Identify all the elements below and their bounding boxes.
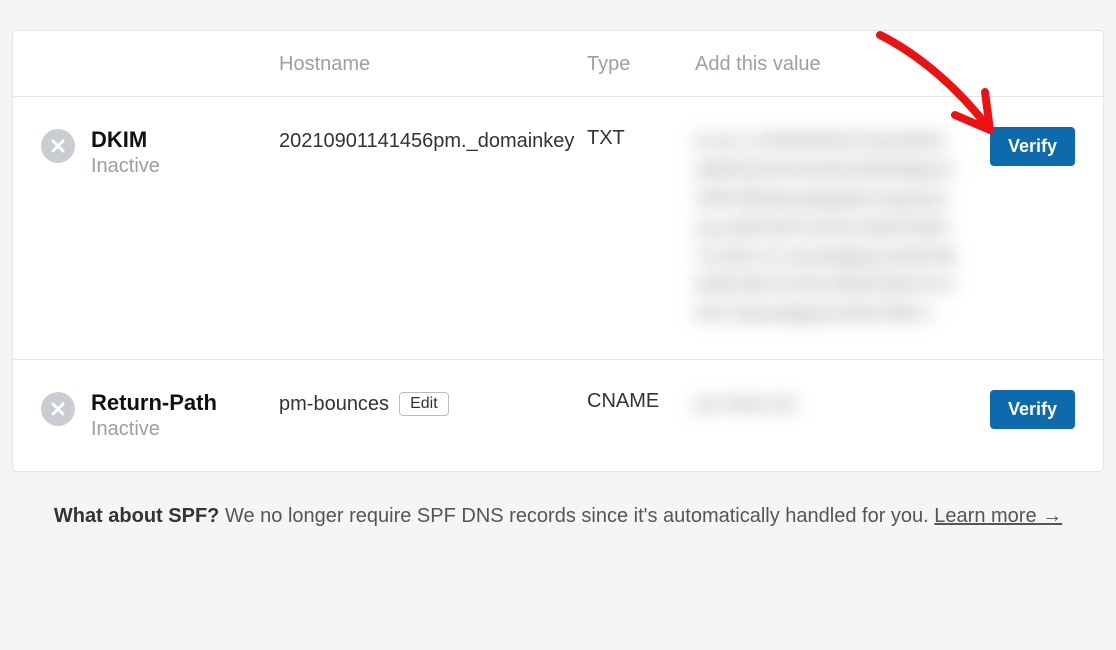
table-header-row: Hostname Type Add this value [13,31,1103,96]
record-type: CNAME [587,390,687,413]
spf-lead: What about SPF? [54,505,220,527]
record-status: Inactive [91,418,217,441]
col-hostname: Hostname [279,53,579,76]
learn-more-link[interactable]: Learn more → [934,505,1062,527]
record-name-cell: DKIM Inactive [41,127,271,178]
dns-records-card: Hostname Type Add this value DKIM Inacti… [12,30,1104,472]
redacted-value: k=rsa; p=MIGfMA0GCSqGSIb3DQEBAQUAA4GNADC… [695,127,957,329]
table-row: DKIM Inactive 20210901141456pm._domainke… [13,96,1103,359]
edit-button[interactable]: Edit [399,392,449,416]
record-name: Return-Path [91,390,217,416]
redacted-value: pm.mtasv.net [695,390,957,419]
spf-body: We no longer require SPF DNS records sin… [225,505,929,527]
verify-button[interactable]: Verify [990,390,1075,429]
spf-note: What about SPF? We no longer require SPF… [40,500,1076,532]
record-hostname: pm-bounces Edit [279,390,579,418]
col-value: Add this value [695,53,957,76]
close-icon [41,392,75,426]
verify-button[interactable]: Verify [990,127,1075,166]
close-icon [41,129,75,163]
record-hostname-text: pm-bounces [279,390,389,418]
col-type: Type [587,53,687,76]
record-name-cell: Return-Path Inactive [41,390,271,441]
record-name: DKIM [91,127,160,153]
record-status: Inactive [91,155,160,178]
record-type: TXT [587,127,687,150]
table-row: Return-Path Inactive pm-bounces Edit CNA… [13,359,1103,471]
record-value: pm.mtasv.net [695,390,957,419]
record-hostname: 20210901141456pm._domainkey [279,127,579,155]
record-value: k=rsa; p=MIGfMA0GCSqGSIb3DQEBAQUAA4GNADC… [695,127,957,329]
